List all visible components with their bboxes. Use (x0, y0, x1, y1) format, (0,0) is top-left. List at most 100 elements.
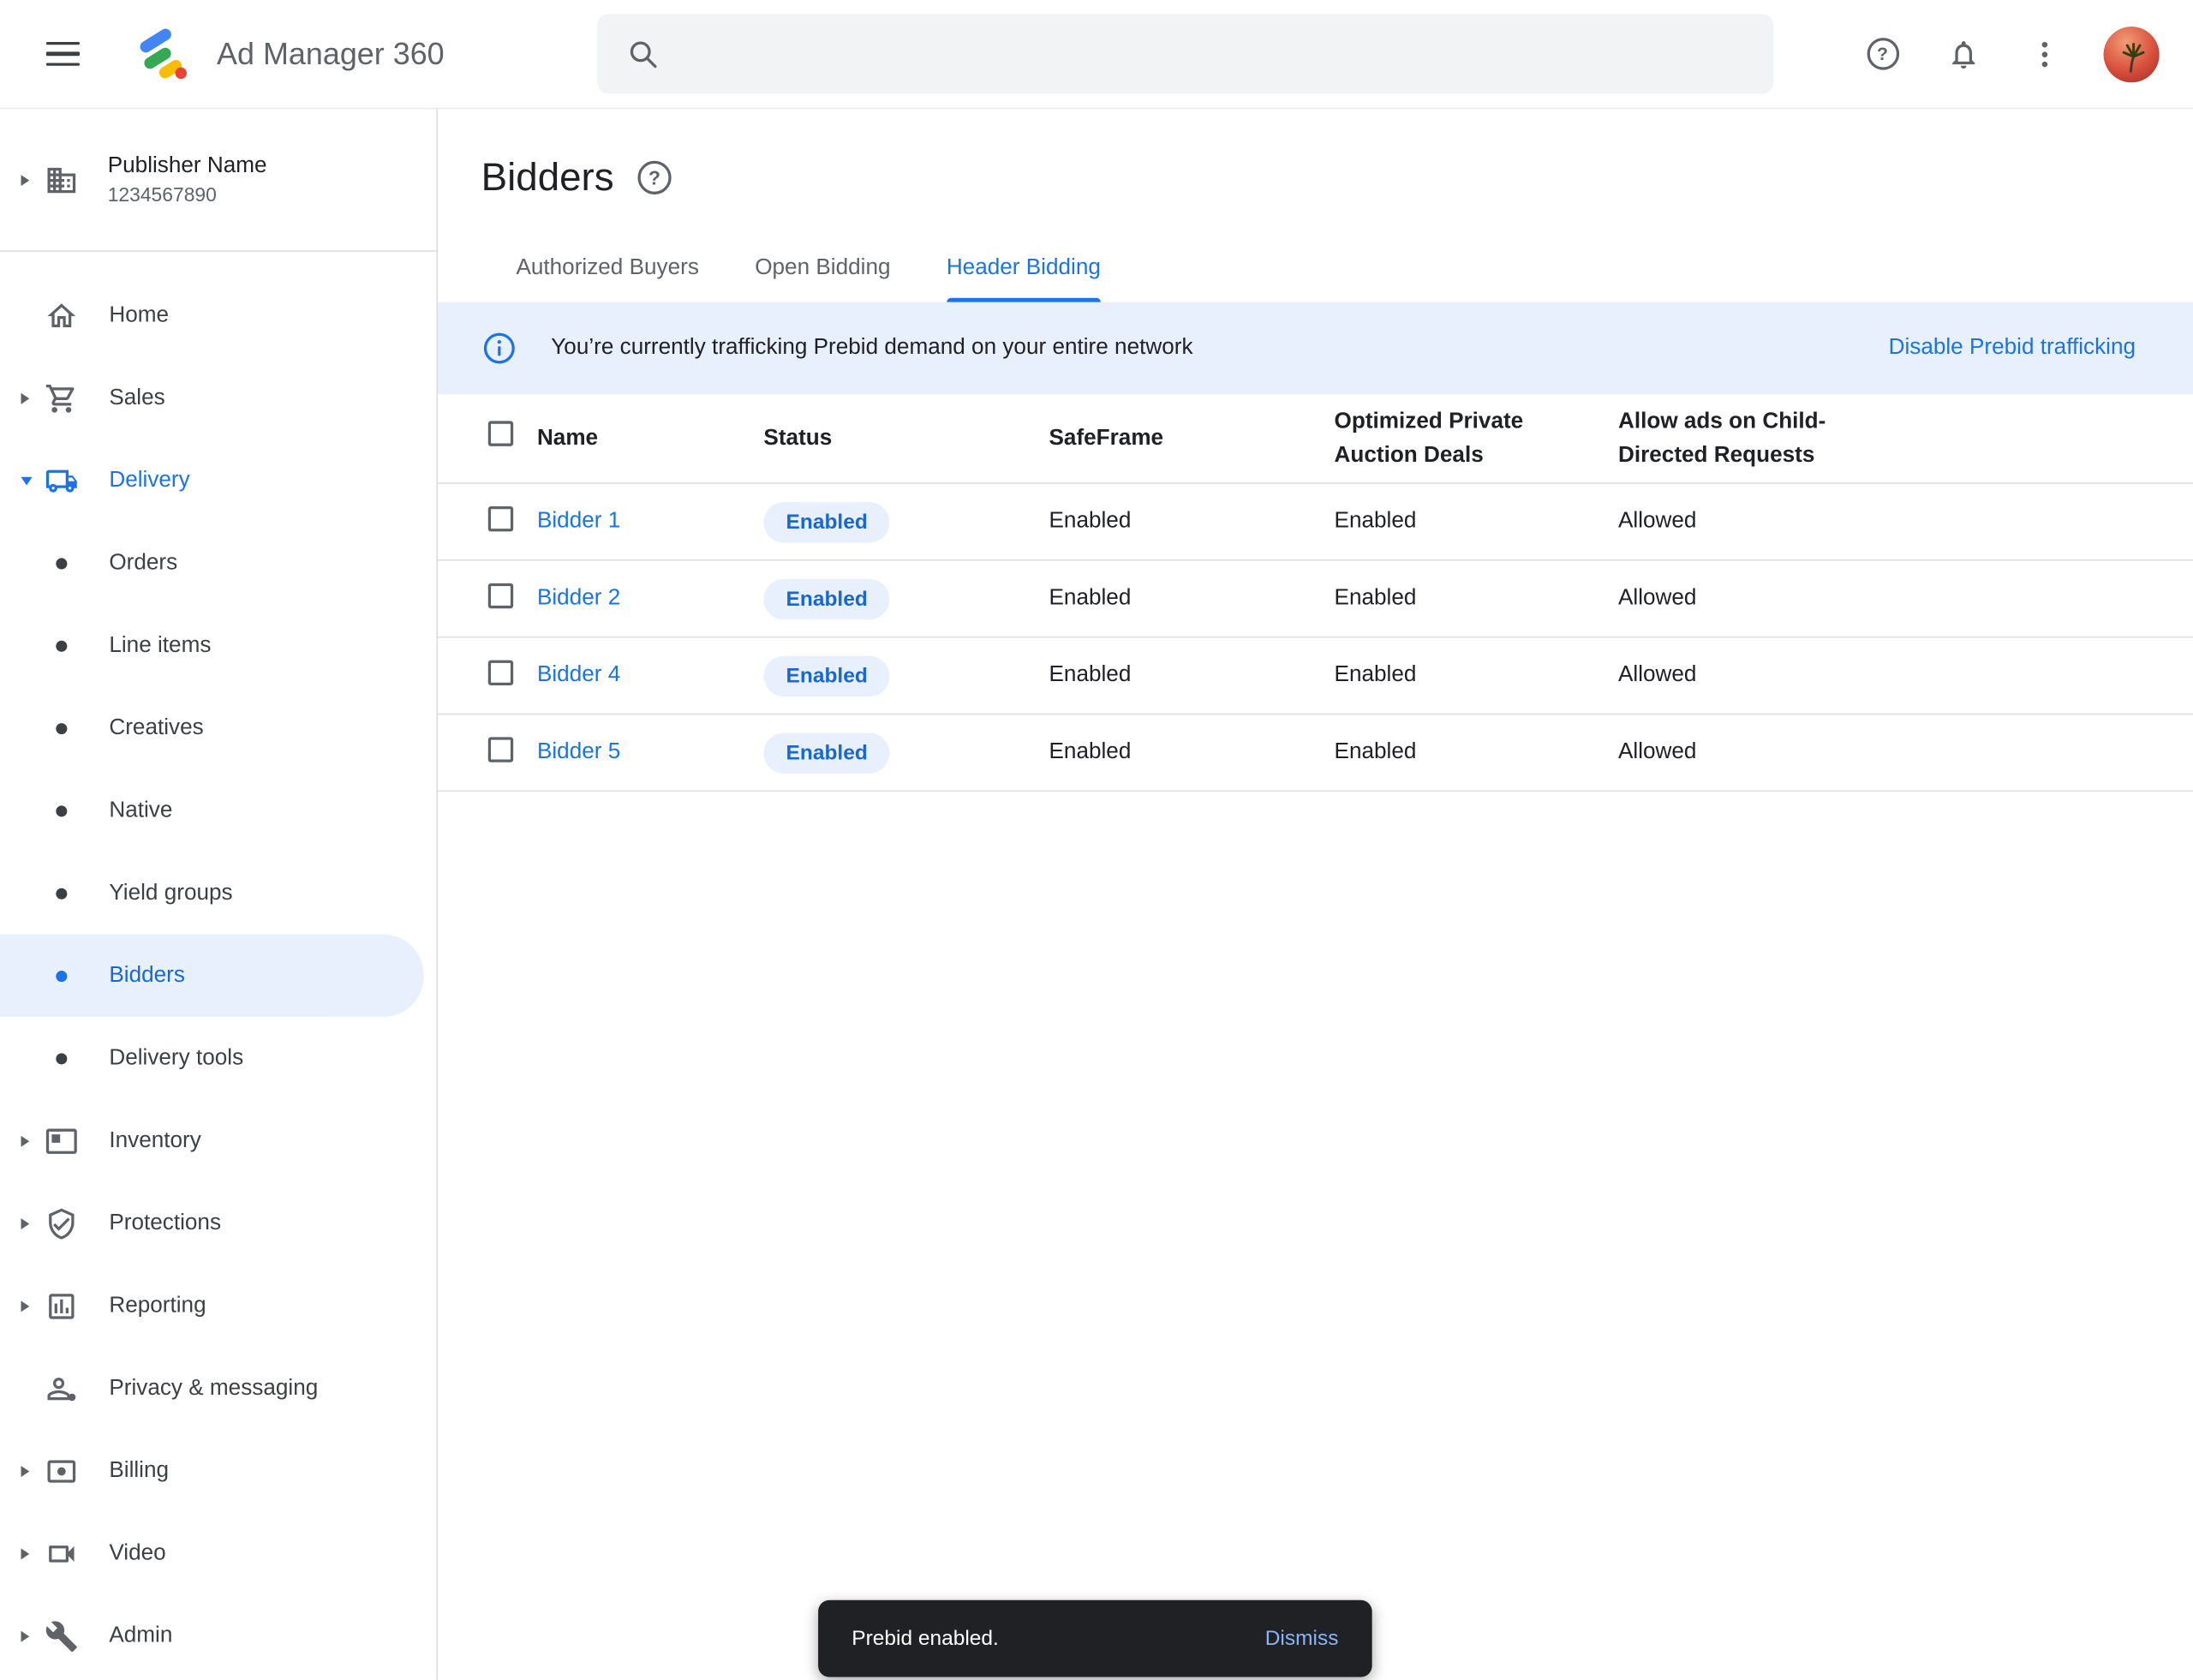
prebid-info-banner: You’re currently trafficking Prebid dema… (438, 302, 2193, 395)
chevron-right-icon (21, 1135, 29, 1146)
sidebar-item-video[interactable]: Video (0, 1512, 436, 1594)
sidebar-item-reporting[interactable]: Reporting (0, 1264, 436, 1347)
sidebar-item-native[interactable]: Native (0, 769, 436, 852)
sidebar-item-yield-groups[interactable]: Yield groups (0, 852, 436, 934)
sidebar-item-sales[interactable]: Sales (0, 356, 436, 439)
bullet-icon (56, 1053, 67, 1064)
inventory-icon (45, 1124, 78, 1157)
opad-cell: Enabled (1335, 740, 1618, 765)
bidder-link[interactable]: Bidder 5 (537, 740, 620, 764)
child-directed-cell: Allowed (1618, 740, 2193, 765)
app-title: Ad Manager 360 (217, 36, 445, 72)
table-row: Bidder 4 Enabled Enabled Enabled Allowed (438, 637, 2193, 714)
account-avatar[interactable] (2104, 26, 2160, 81)
help-button[interactable]: ? (1866, 37, 1899, 70)
search-input[interactable] (683, 40, 1751, 69)
ad-manager-logo-icon (133, 23, 194, 85)
sidebar-item-billing[interactable]: Billing (0, 1430, 436, 1512)
chevron-right-icon (21, 1300, 29, 1312)
sidebar-item-home[interactable]: Home (0, 274, 436, 356)
column-header-status: Status (763, 421, 1049, 455)
publisher-selector[interactable]: Publisher Name 1234567890 (0, 109, 436, 252)
status-badge: Enabled (763, 732, 890, 773)
tab-bar: Authorized Buyers Open Bidding Header Bi… (516, 254, 2193, 302)
sidebar-item-creatives[interactable]: Creatives (0, 687, 436, 769)
search-bar[interactable] (597, 14, 1773, 93)
bullet-icon (56, 970, 67, 981)
column-header-opad: Optimized Private Auction Deals (1335, 405, 1547, 472)
child-directed-cell: Allowed (1618, 663, 2193, 688)
chevron-down-icon (21, 476, 32, 485)
snackbar: Prebid enabled. Dismiss (818, 1600, 1372, 1677)
row-checkbox[interactable] (488, 660, 513, 685)
bullet-icon (56, 558, 67, 569)
table-row: Bidder 2 Enabled Enabled Enabled Allowed (438, 561, 2193, 638)
column-header-safeframe: SafeFrame (1049, 421, 1334, 455)
chevron-right-icon (21, 392, 29, 404)
help-icon: ? (1867, 38, 1899, 70)
sidebar-item-line-items[interactable]: Line items (0, 604, 436, 686)
person-dot-icon (45, 1372, 78, 1405)
hamburger-menu-icon[interactable] (46, 41, 80, 66)
snackbar-message: Prebid enabled. (852, 1627, 999, 1651)
safeframe-cell: Enabled (1049, 740, 1334, 765)
sidebar-item-inventory[interactable]: Inventory (0, 1099, 436, 1181)
sidebar-item-privacy-messaging[interactable]: Privacy & messaging (0, 1347, 436, 1429)
payment-icon (45, 1454, 78, 1487)
info-icon (482, 332, 516, 365)
header-actions: ? (1818, 0, 2193, 108)
sidebar-item-protections[interactable]: Protections (0, 1182, 436, 1264)
bullet-icon (56, 640, 67, 651)
opad-cell: Enabled (1335, 509, 1618, 534)
snackbar-dismiss-button[interactable]: Dismiss (1265, 1627, 1339, 1651)
table-row: Bidder 5 Enabled Enabled Enabled Allowed (438, 714, 2193, 792)
chevron-right-icon (21, 174, 29, 185)
main-content: Bidders ? Authorized Buyers Open Bidding… (438, 109, 2193, 1679)
page-help-icon[interactable]: ? (637, 161, 671, 194)
safeframe-cell: Enabled (1049, 663, 1334, 688)
building-icon (45, 163, 78, 196)
sidebar-item-admin[interactable]: Admin (0, 1594, 436, 1677)
truck-icon (45, 463, 78, 497)
home-icon (45, 299, 78, 332)
sidebar: Publisher Name 1234567890 Home Sales (0, 109, 438, 1679)
bell-icon (1947, 37, 1981, 70)
tab-open-bidding[interactable]: Open Bidding (755, 254, 890, 302)
child-directed-cell: Allowed (1618, 509, 2193, 534)
notifications-button[interactable] (1947, 37, 1981, 70)
safeframe-cell: Enabled (1049, 586, 1334, 611)
select-all-checkbox[interactable] (488, 421, 513, 445)
column-header-child-directed: Allow ads on Child-Directed Requests (1618, 405, 1856, 472)
bullet-icon (56, 805, 67, 816)
bidder-link[interactable]: Bidder 4 (537, 663, 620, 687)
sidebar-item-delivery[interactable]: Delivery (0, 439, 436, 522)
row-checkbox[interactable] (488, 583, 513, 607)
tab-authorized-buyers[interactable]: Authorized Buyers (516, 254, 698, 302)
more-options-button[interactable] (2028, 37, 2061, 70)
sidebar-item-bidders[interactable]: Bidders (0, 935, 424, 1017)
sidebar-item-orders[interactable]: Orders (0, 522, 436, 604)
table-body: Bidder 1 Enabled Enabled Enabled Allowed… (438, 484, 2193, 792)
row-checkbox[interactable] (488, 737, 513, 762)
bullet-icon (56, 722, 67, 733)
cart-icon (45, 381, 78, 415)
bidder-link[interactable]: Bidder 2 (537, 586, 620, 610)
three-dots-icon (2028, 37, 2061, 70)
table-row: Bidder 1 Enabled Enabled Enabled Allowed (438, 484, 2193, 561)
tab-header-bidding[interactable]: Header Bidding (947, 254, 1101, 302)
app-window: Ad Manager 360 ? (0, 0, 2193, 1680)
bidder-link[interactable]: Bidder 1 (537, 509, 620, 533)
shield-check-icon (45, 1206, 78, 1240)
bar-chart-icon (45, 1288, 78, 1322)
table-header: Name Status SafeFrame Optimized Private … (438, 394, 2193, 483)
chevron-right-icon (21, 1217, 29, 1229)
status-badge: Enabled (763, 578, 890, 619)
disable-prebid-link[interactable]: Disable Prebid trafficking (1889, 336, 2136, 361)
banner-message: You’re currently trafficking Prebid dema… (551, 336, 1192, 361)
top-bar: Ad Manager 360 ? (0, 0, 2193, 109)
video-camera-icon (45, 1536, 78, 1569)
sidebar-item-delivery-tools[interactable]: Delivery tools (0, 1017, 436, 1099)
row-checkbox[interactable] (488, 505, 513, 530)
page-title: Bidders (481, 154, 614, 202)
child-directed-cell: Allowed (1618, 586, 2193, 611)
